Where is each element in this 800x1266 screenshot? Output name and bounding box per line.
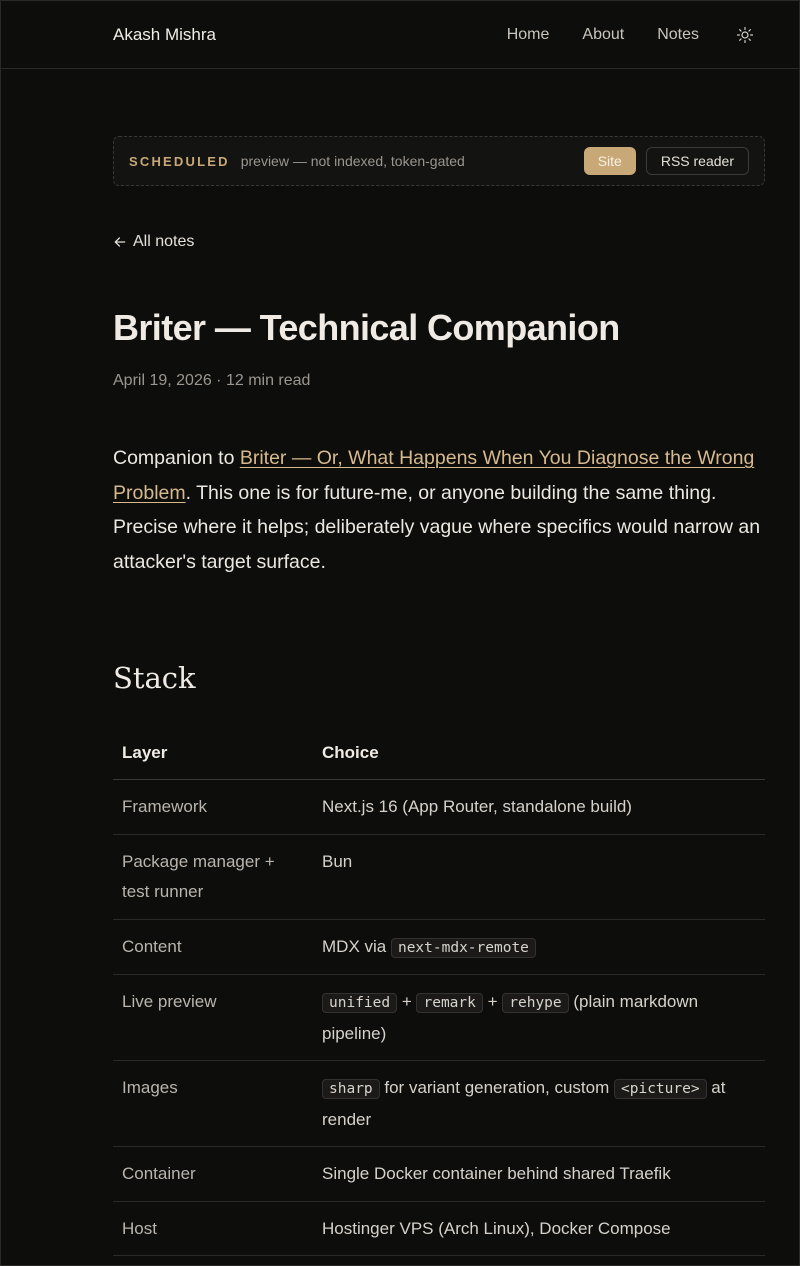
inline-code: rehype bbox=[502, 993, 569, 1013]
layer-cell: Live preview bbox=[113, 974, 313, 1061]
scheduled-badge: SCHEDULED bbox=[129, 153, 230, 169]
layer-cell: Container bbox=[113, 1146, 313, 1202]
article-meta: April 19, 2026 · 12 min read bbox=[113, 372, 311, 389]
site-header: Akash Mishra Home About Notes bbox=[1, 1, 799, 69]
layer-cell: Framework bbox=[113, 779, 313, 835]
inline-code: sharp bbox=[322, 1079, 380, 1099]
choice-cell: Single Docker container behind shared Tr… bbox=[313, 1146, 765, 1202]
table-row: Package manager + test runner Bun bbox=[113, 834, 765, 920]
choice-text: + bbox=[482, 992, 503, 1011]
choice-cell: MDX via next-mdx-remote bbox=[313, 919, 765, 975]
choice-cell: Next.js 16 (App Router, standalone build… bbox=[313, 779, 765, 835]
nav-home[interactable]: Home bbox=[507, 26, 550, 44]
intro-prefix: Companion to bbox=[113, 447, 240, 469]
choice-text: + bbox=[397, 992, 417, 1011]
table-row: Content MDX via next-mdx-remote bbox=[113, 919, 765, 975]
view-site-button[interactable]: Site bbox=[583, 147, 636, 175]
layer-cell: Images bbox=[113, 1060, 313, 1147]
layer-cell: Content bbox=[113, 919, 313, 975]
column-header-choice: Choice bbox=[313, 727, 765, 780]
stack-heading: Stack bbox=[113, 661, 196, 695]
intro-paragraph: Companion to Briter — Or, What Happens W… bbox=[113, 441, 769, 579]
nav-about[interactable]: About bbox=[582, 26, 624, 44]
table-row: Images sharp for variant generation, cust… bbox=[113, 1060, 765, 1147]
back-to-notes-link[interactable]: All notes bbox=[113, 233, 194, 251]
table-row: Container Single Docker container behind … bbox=[113, 1146, 765, 1202]
inline-code: next-mdx-remote bbox=[390, 937, 536, 958]
article-title: Briter — Technical Companion bbox=[113, 307, 620, 348]
main-nav: Home About Notes bbox=[507, 26, 699, 44]
inline-code: <picture> bbox=[614, 1079, 707, 1099]
choice-cell: sharp for variant generation, custom <pi… bbox=[313, 1060, 765, 1147]
nav-notes[interactable]: Notes bbox=[657, 26, 699, 44]
choice-cell: Hostinger VPS (Arch Linux), Docker Compo… bbox=[313, 1201, 765, 1256]
choice-cell: unified + remark + rehype (plain markdow… bbox=[313, 974, 765, 1061]
preview-banner: SCHEDULED preview — not indexed, token-g… bbox=[113, 136, 765, 186]
intro-rest: . This one is for future-me, or anyone b… bbox=[113, 481, 761, 573]
table-row: Live preview unified + remark + rehype (p… bbox=[113, 974, 765, 1061]
choice-cell: Bun bbox=[313, 834, 765, 920]
inline-code: unified bbox=[322, 993, 398, 1013]
preview-note: preview — not indexed, token-gated bbox=[240, 153, 465, 169]
stack-table: Layer Choice Framework Next.js 16 (App Ro… bbox=[113, 727, 765, 1256]
sun-icon bbox=[736, 26, 754, 43]
choice-text: Hostinger VPS (Arch Linux), Docker Compo… bbox=[322, 1218, 671, 1238]
choice-text: for variant generation, custom bbox=[379, 1078, 614, 1097]
view-rss-reader-button[interactable]: RSS reader bbox=[645, 147, 749, 175]
table-header-row: Layer Choice bbox=[113, 727, 765, 780]
stack-table-body: Framework Next.js 16 (App Router, standal… bbox=[113, 779, 765, 1256]
theme-toggle-button[interactable] bbox=[735, 25, 755, 45]
site-brand-link[interactable]: Akash Mishra bbox=[113, 25, 507, 45]
choice-text: Next.js 16 (App Router, standalone build… bbox=[322, 797, 632, 816]
choice-text: Single Docker container behind shared Tr… bbox=[322, 1164, 671, 1183]
inline-code: remark bbox=[416, 993, 483, 1013]
choice-text: Bun bbox=[322, 851, 353, 871]
arrow-left-icon bbox=[114, 237, 126, 247]
choice-text: MDX via bbox=[322, 936, 391, 956]
page: Akash Mishra Home About Notes SCHEDULED … bbox=[0, 0, 800, 1266]
layer-cell: Package manager + test runner bbox=[113, 834, 313, 920]
layer-cell: Host bbox=[113, 1201, 313, 1256]
back-link-label: All notes bbox=[133, 233, 195, 250]
column-header-layer: Layer bbox=[113, 727, 313, 780]
table-row: Framework Next.js 16 (App Router, standal… bbox=[113, 779, 765, 835]
table-row: Host Hostinger VPS (Arch Linux), Docker C… bbox=[113, 1201, 765, 1256]
